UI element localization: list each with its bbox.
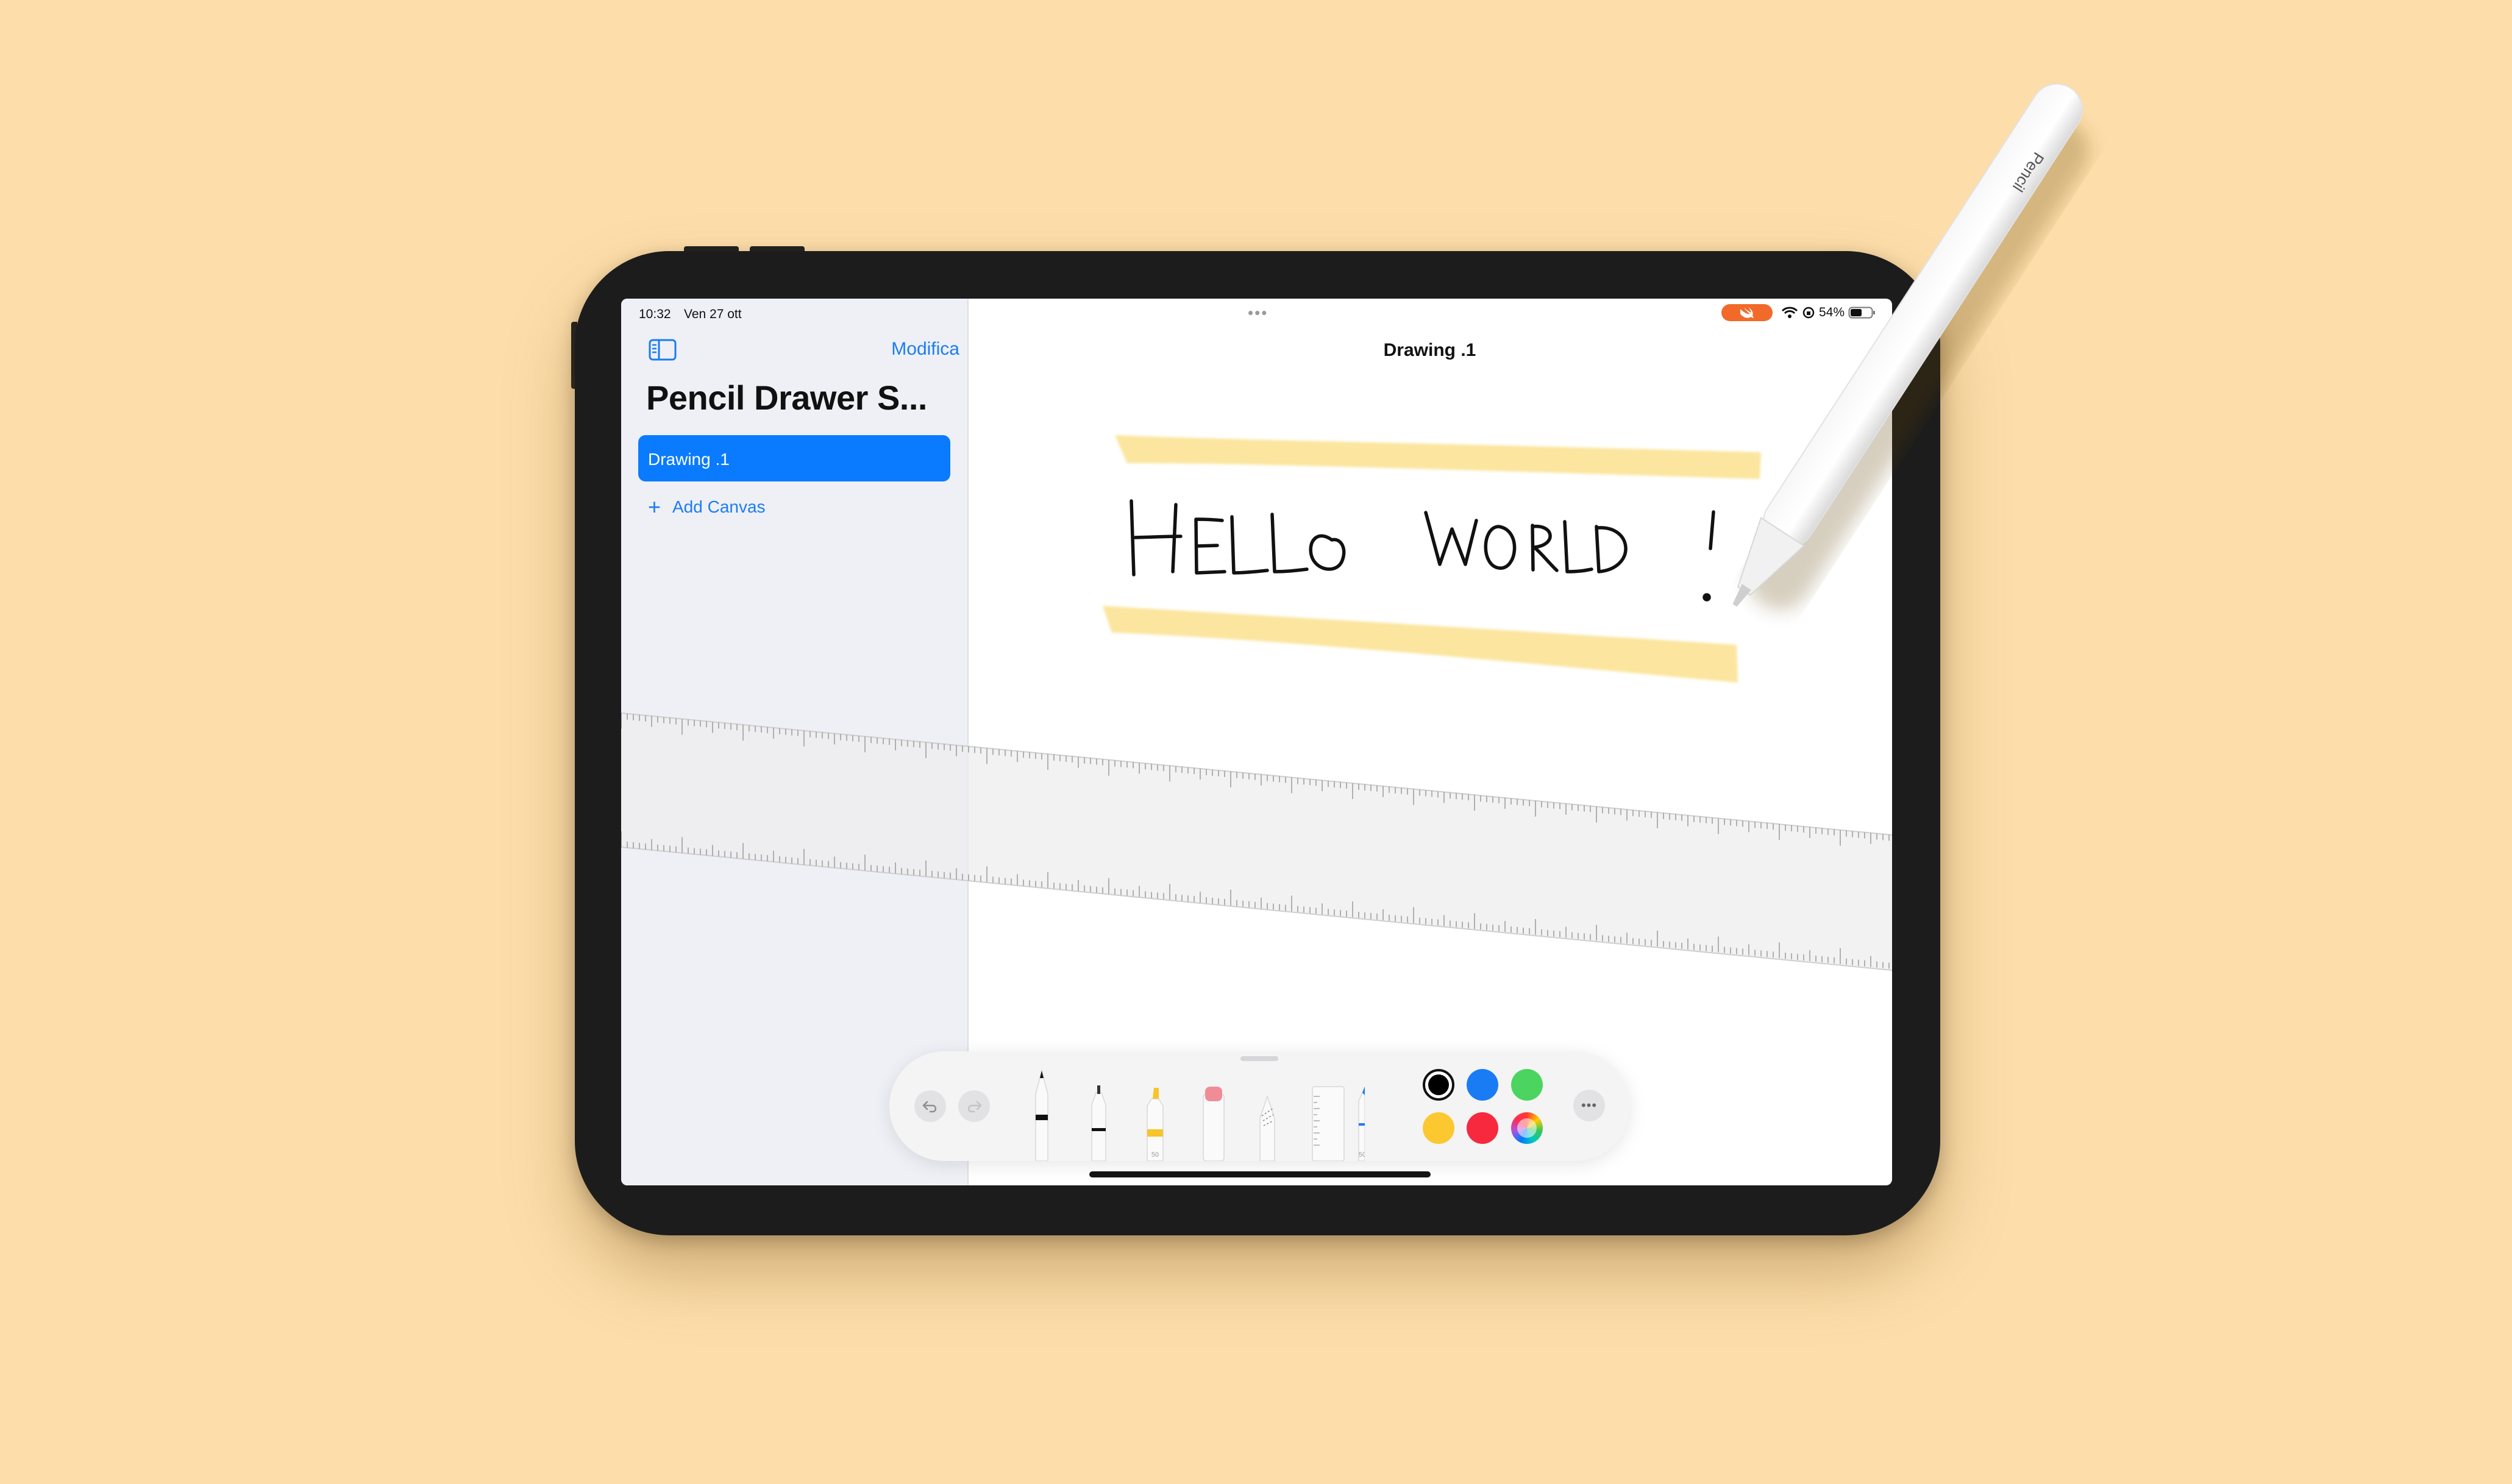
drawing-tools[interactable]: 50 50 (1023, 1062, 1365, 1161)
pencil-icon[interactable]: 50 (1358, 1086, 1365, 1161)
highlighter-stroke-bottom (1103, 606, 1738, 683)
color-green[interactable] (1511, 1069, 1543, 1101)
highlighter-stroke-top (1115, 435, 1761, 479)
more-options-button[interactable]: ••• (1573, 1090, 1605, 1121)
marker-value: 50 (1151, 1151, 1159, 1159)
redo-icon (967, 1101, 982, 1113)
ruler-tool (621, 712, 1892, 971)
ellipsis-icon: ••• (1581, 1098, 1598, 1113)
color-red[interactable] (1467, 1112, 1498, 1144)
ipad-screen: 10:32 Ven 27 ott Modifica Pencil Drawer … (621, 299, 1892, 1185)
palette-grabber[interactable] (1240, 1056, 1278, 1061)
color-yellow[interactable] (1423, 1112, 1454, 1144)
redo-button[interactable] (958, 1090, 990, 1122)
undo-button[interactable] (914, 1090, 946, 1122)
handwriting-hello-world (1130, 499, 1715, 602)
tool-palette: 50 50 ••• (889, 1051, 1630, 1161)
monoline-icon[interactable] (1091, 1085, 1106, 1161)
home-indicator[interactable] (1089, 1171, 1431, 1177)
undo-icon (922, 1101, 937, 1113)
color-picker-icon[interactable] (1511, 1112, 1543, 1144)
pencil-value: 50 (1359, 1151, 1365, 1159)
color-blue[interactable] (1467, 1069, 1498, 1101)
pencil-brand-label: Pencil (2009, 149, 2048, 196)
color-black-selected[interactable] (1423, 1069, 1454, 1101)
pen-icon[interactable] (1035, 1069, 1048, 1161)
marker-icon[interactable]: 50 (1147, 1088, 1164, 1161)
eraser-icon[interactable] (1203, 1087, 1225, 1161)
lasso-icon[interactable] (1259, 1095, 1275, 1161)
ruler-icon[interactable] (1312, 1086, 1345, 1161)
